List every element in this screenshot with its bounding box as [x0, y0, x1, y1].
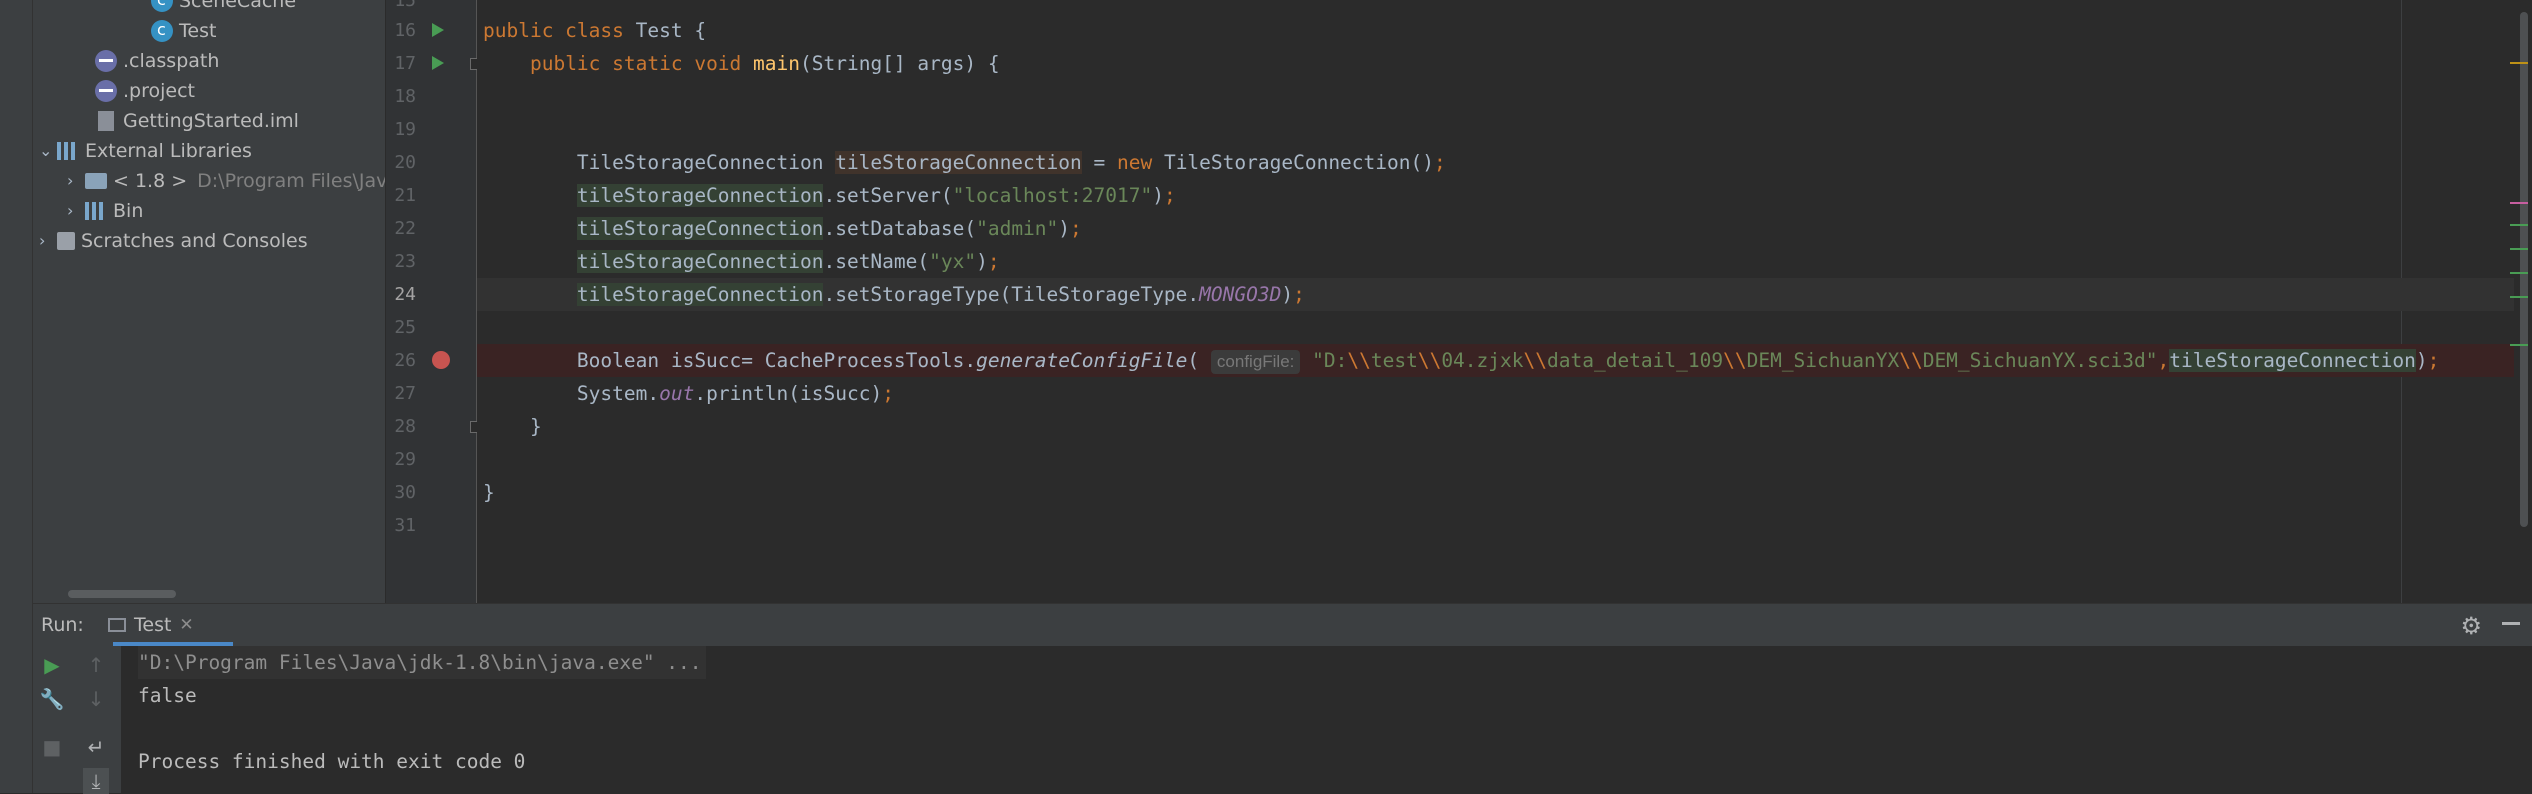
name-string: "yx" — [929, 250, 977, 273]
soft-wrap-icon[interactable]: ↵ — [83, 734, 109, 760]
line-number: 27 — [394, 383, 416, 404]
line-number: 22 — [394, 218, 416, 239]
line-number: 29 — [394, 449, 416, 470]
code-line-current: tileStorageConnection.setStorageType(Til… — [477, 278, 2532, 311]
tree-item-test[interactable]: Test — [151, 15, 217, 46]
down-arrow-icon[interactable]: ↓ — [83, 686, 109, 712]
up-arrow-icon[interactable]: ↑ — [83, 652, 109, 678]
error-marker[interactable] — [2510, 202, 2528, 204]
gear-icon[interactable]: ⚙ — [2460, 612, 2482, 640]
code-line: System.out.println(isSucc); — [483, 382, 894, 405]
tree-item-bin[interactable]: › Bin — [67, 196, 143, 226]
tree-item-project[interactable]: .project — [95, 76, 195, 106]
tree-item-label: Test — [179, 20, 217, 42]
usage-marker[interactable] — [2510, 272, 2528, 274]
java-class-icon — [151, 0, 173, 15]
minimize-icon[interactable] — [2502, 622, 2520, 625]
tree-item-classpath[interactable]: .classpath — [95, 46, 219, 76]
code-line: public class Test { — [483, 19, 707, 42]
horizontal-scrollbar[interactable] — [68, 590, 176, 598]
line-number: 17 — [394, 53, 416, 74]
tree-item-label: Bin — [113, 200, 144, 222]
scroll-to-end-icon[interactable]: ⤓ — [83, 768, 109, 794]
line-number: 23 — [394, 251, 416, 272]
breakpoint-icon[interactable] — [432, 351, 450, 369]
tree-item-label: Scratches and Consoles — [81, 230, 308, 252]
console-output[interactable]: "D:\Program Files\Java\jdk-1.8\bin\java.… — [122, 646, 2532, 793]
stop-icon[interactable]: ■ — [39, 734, 65, 760]
run-tab-label: Test — [134, 614, 172, 636]
iml-file-icon — [98, 111, 114, 131]
line-number: 28 — [394, 416, 416, 437]
line-number: 18 — [394, 86, 416, 107]
tree-item-label: < 1.8 > — [113, 170, 188, 192]
tree-item-label: GettingStarted.iml — [123, 110, 299, 132]
tree-item-iml[interactable]: GettingStarted.iml — [95, 106, 299, 136]
tree-item-label: SceneCache — [179, 0, 297, 12]
code-line: } — [483, 481, 495, 504]
file-icon — [95, 80, 117, 102]
usage-marker[interactable] — [2510, 224, 2528, 226]
left-tool-stripe — [0, 0, 33, 793]
chevron-right-icon[interactable]: › — [39, 226, 57, 256]
tree-item-scenecache[interactable]: SceneCache — [151, 0, 296, 16]
console-tab-icon — [108, 618, 126, 632]
folder-icon — [85, 173, 107, 189]
line-number: 26 — [394, 350, 416, 371]
tree-item-label: .project — [123, 80, 195, 102]
close-icon[interactable]: ✕ — [179, 615, 193, 635]
code-line: TileStorageConnection tileStorageConnect… — [483, 151, 1446, 174]
library-icon — [57, 142, 79, 160]
usage-marker[interactable] — [2510, 296, 2528, 298]
file-icon — [95, 50, 117, 72]
run-panel-label: Run: — [41, 614, 84, 636]
line-number: 25 — [394, 317, 416, 338]
run-toolbar: ▶ ↑ 🔧 ↓ ■ ↵ ⤓ — [33, 646, 121, 794]
tree-item-label: .classpath — [123, 50, 220, 72]
code-line: public static void main(String[] args) { — [529, 52, 1000, 75]
chevron-down-icon[interactable]: ⌄ — [39, 136, 57, 166]
line-number: 19 — [394, 119, 416, 140]
usage-marker[interactable] — [2510, 248, 2528, 250]
database-string: "admin" — [976, 217, 1059, 240]
code-line-breakpoint: Boolean isSucc= CacheProcessTools.genera… — [477, 344, 2532, 377]
run-panel-header: Run: Test ✕ ⚙ — [33, 603, 2532, 646]
tree-item-scratches[interactable]: › Scratches and Consoles — [39, 226, 308, 256]
console-line: false — [138, 684, 197, 707]
line-number: 21 — [394, 185, 416, 206]
code-line: tileStorageConnection.setServer("localho… — [576, 184, 1176, 207]
code-line: } — [483, 415, 542, 438]
line-number: 30 — [394, 482, 416, 503]
tree-item-label: External Libraries — [85, 140, 252, 162]
library-icon — [85, 202, 107, 220]
usage-marker[interactable] — [2510, 344, 2528, 346]
line-number: 16 — [394, 20, 416, 41]
warning-marker[interactable] — [2510, 62, 2528, 64]
tree-item-path-hint: D:\Program Files\Java\ — [197, 170, 386, 192]
line-number: 20 — [394, 152, 416, 173]
console-line: Process finished with exit code 0 — [138, 750, 526, 773]
java-class-icon — [151, 15, 173, 45]
tree-item-jdk[interactable]: › < 1.8 > D:\Program Files\Java\ — [67, 166, 386, 196]
chevron-right-icon[interactable]: › — [67, 166, 85, 196]
console-line-command: "D:\Program Files\Java\jdk-1.8\bin\java.… — [138, 646, 706, 679]
scrollbar-thumb[interactable] — [2520, 12, 2528, 527]
parameter-hint: configFile: — [1210, 350, 1301, 374]
wrench-icon[interactable]: 🔧 — [39, 686, 65, 712]
tree-item-external-libraries[interactable]: ⌄ External Libraries — [39, 136, 252, 166]
code-editor[interactable]: public class Test { public static void m… — [477, 0, 2532, 603]
run-class-icon[interactable] — [432, 23, 444, 37]
code-line: tileStorageConnection.setDatabase("admin… — [576, 217, 1082, 240]
scratch-icon — [57, 232, 75, 250]
project-panel: SceneCache Test .classpath .project Gett… — [33, 0, 386, 603]
run-main-icon[interactable] — [432, 56, 444, 70]
chevron-right-icon[interactable]: › — [67, 196, 85, 226]
run-tab-test[interactable]: Test ✕ — [108, 604, 194, 646]
code-line: tileStorageConnection.setName("yx"); — [576, 250, 1000, 273]
line-number: 31 — [394, 515, 416, 536]
rerun-icon[interactable]: ▶ — [39, 652, 65, 678]
server-string: "localhost:27017" — [952, 184, 1153, 207]
line-number-current: 24 — [394, 284, 416, 305]
